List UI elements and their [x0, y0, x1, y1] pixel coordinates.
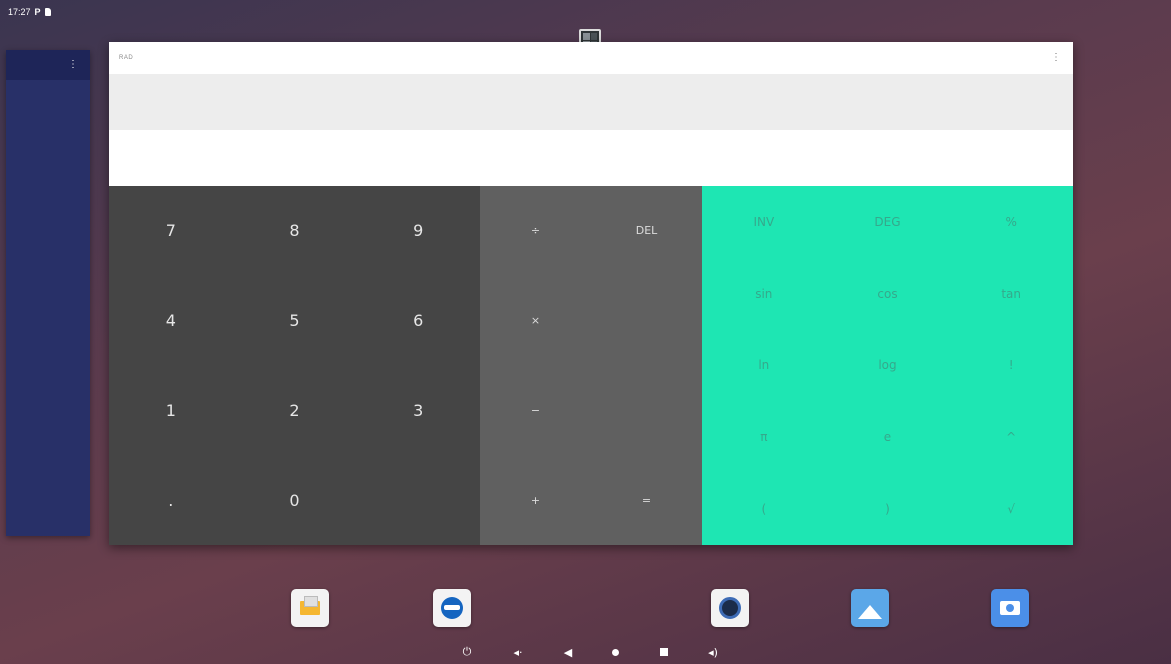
key-add[interactable]: +	[480, 455, 591, 545]
key-equals[interactable]: =	[591, 455, 702, 545]
key-multiply[interactable]: ×	[480, 276, 591, 366]
key-7[interactable]: 7	[109, 186, 233, 276]
key-2[interactable]: 2	[233, 366, 357, 456]
key-8[interactable]: 8	[233, 186, 357, 276]
key-4[interactable]: 4	[109, 276, 233, 366]
key-open-paren[interactable]: (	[702, 473, 826, 545]
key-cos[interactable]: cos	[826, 258, 950, 330]
status-bar: 17:27 P	[0, 0, 1171, 24]
key-sqrt[interactable]: √	[949, 473, 1073, 545]
key-inverse[interactable]: INV	[702, 186, 826, 258]
browser-app-icon[interactable]	[433, 589, 471, 627]
key-pi[interactable]: π	[702, 401, 826, 473]
key-empty	[356, 455, 480, 545]
key-6[interactable]: 6	[356, 276, 480, 366]
key-percent[interactable]: %	[949, 186, 1073, 258]
key-5[interactable]: 5	[233, 276, 357, 366]
notification-icon: P	[34, 7, 41, 17]
operator-pad: ÷ DEL × − + =	[480, 186, 702, 545]
key-factorial[interactable]: !	[949, 330, 1073, 402]
overflow-menu-icon[interactable]: ⋮	[1051, 52, 1061, 63]
key-subtract[interactable]: −	[480, 366, 591, 456]
key-decimal[interactable]: .	[109, 455, 233, 545]
angle-mode-label: RAD	[119, 55, 134, 61]
advanced-pad: INV DEG % sin cos tan ln log ! π e ^ ( )…	[702, 186, 1073, 545]
overflow-menu-icon[interactable]: ⋮	[68, 59, 78, 70]
key-power[interactable]: ^	[949, 401, 1073, 473]
key-sin[interactable]: sin	[702, 258, 826, 330]
key-9[interactable]: 9	[356, 186, 480, 276]
key-degree-mode[interactable]: DEG	[826, 186, 950, 258]
key-close-paren[interactable]: )	[826, 473, 950, 545]
email-app-icon[interactable]	[291, 589, 329, 627]
key-0[interactable]: 0	[233, 455, 357, 545]
key-3[interactable]: 3	[356, 366, 480, 456]
numeric-pad: 7 8 9 4 5 6 1 2 3 . 0	[109, 186, 480, 545]
key-empty	[591, 276, 702, 366]
volume-up-icon[interactable]: ◂)	[703, 640, 723, 664]
navigation-bar: ⏻ ◂· ◀ ◂)	[0, 640, 1171, 664]
key-log[interactable]: log	[826, 330, 950, 402]
key-e[interactable]: e	[826, 401, 950, 473]
clock: 17:27	[8, 7, 31, 17]
camera-app-icon[interactable]	[991, 589, 1029, 627]
sim-card-icon	[44, 8, 51, 16]
formula-display	[109, 74, 1073, 130]
key-divide[interactable]: ÷	[480, 186, 591, 276]
power-icon[interactable]: ⏻	[457, 640, 477, 664]
key-delete[interactable]: DEL	[591, 186, 702, 276]
recents-icon[interactable]	[654, 640, 674, 664]
calculator-window[interactable]: RAD ⋮ 7 8 9 4 5 6 1 2 3 . 0 ÷ DEL × − + …	[109, 42, 1073, 545]
volume-down-icon[interactable]: ◂·	[508, 640, 528, 664]
key-ln[interactable]: ln	[702, 330, 826, 402]
recent-app-card[interactable]: ⋮	[6, 50, 90, 536]
recent-app-toolbar: ⋮	[6, 50, 90, 80]
key-tan[interactable]: tan	[949, 258, 1073, 330]
music-app-icon[interactable]	[711, 589, 749, 627]
calculator-header: RAD ⋮	[109, 42, 1073, 74]
gallery-app-icon[interactable]	[851, 589, 889, 627]
back-icon[interactable]: ◀	[558, 640, 578, 664]
key-1[interactable]: 1	[109, 366, 233, 456]
key-empty	[591, 366, 702, 456]
home-icon[interactable]	[605, 640, 625, 664]
result-display	[109, 130, 1073, 186]
